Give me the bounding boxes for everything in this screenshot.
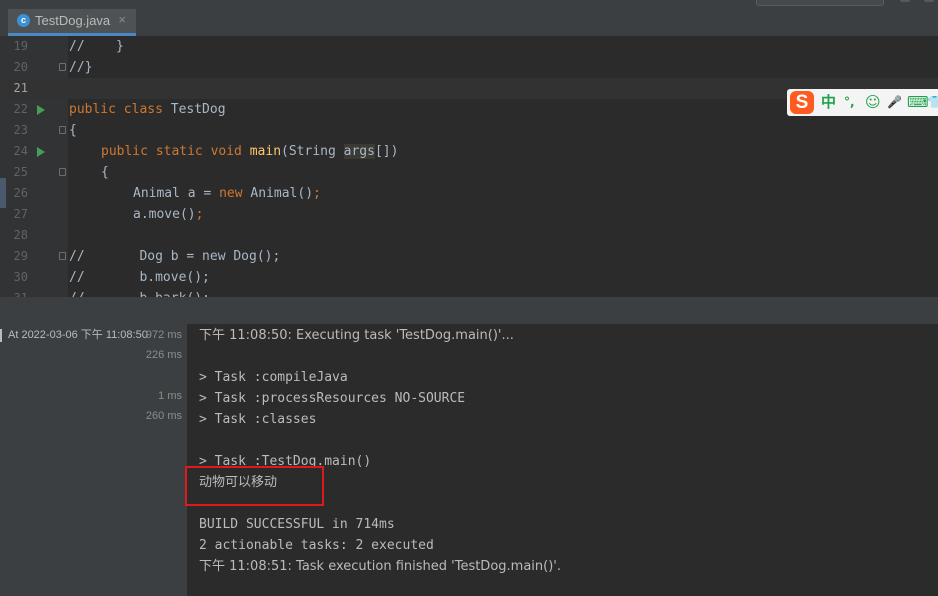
console-output[interactable]: 下午 11:08:50: Executing task 'TestDog.mai…: [185, 324, 938, 596]
tab-testdog-java[interactable]: c TestDog.java ×: [8, 9, 136, 36]
line-number: 22: [13, 102, 28, 116]
code-line: 28: [0, 225, 938, 246]
console-line: 下午 11:08:51: Task execution finished 'Te…: [199, 559, 561, 574]
java-class-icon: c: [17, 14, 30, 27]
run-tree-item[interactable]: 1 ms: [0, 386, 187, 407]
console-line: > Task :processResources NO-SOURCE: [199, 391, 466, 406]
close-icon[interactable]: ×: [118, 12, 126, 27]
line-number: 28: [13, 228, 28, 242]
run-duration: 226 ms: [145, 349, 182, 361]
run-tree-item[interactable]: [0, 366, 187, 387]
code-line: 27 a.move();: [0, 204, 938, 225]
run-duration: 972 ms: [145, 329, 182, 341]
fold-icon[interactable]: [59, 252, 66, 260]
code-text: // }: [69, 39, 124, 54]
ime-toolbar[interactable]: S 中 °, ☺ 🎤 ⌨ 👕: [787, 89, 938, 116]
fold-icon[interactable]: [59, 168, 66, 176]
tab-label: TestDog.java: [35, 13, 111, 28]
run-tree-panel: At 2022-03-06 下午 11:08:50 972 ms 226 ms …: [0, 324, 187, 596]
code-text: // b.bark();: [69, 288, 210, 297]
code-line: 24 public static void main(String args[]…: [0, 141, 938, 162]
code-text: public class TestDog: [69, 102, 226, 117]
code-line: 30 // b.move();: [0, 267, 938, 288]
tree-indicator: [0, 329, 2, 342]
code-text: a.move();: [133, 207, 204, 222]
highlight-box: [185, 466, 324, 506]
console-line: > Task :compileJava: [199, 370, 348, 385]
run-duration: 260 ms: [145, 410, 182, 422]
line-number: 21: [13, 81, 28, 95]
code-text: {: [69, 123, 77, 138]
line-number: 19: [13, 39, 28, 53]
line-number: 20: [13, 60, 28, 74]
code-text: // Dog b = new Dog();: [69, 249, 281, 264]
fold-icon[interactable]: [59, 63, 66, 71]
run-duration: 1 ms: [158, 390, 182, 402]
line-number: 25: [13, 165, 28, 179]
console-line: BUILD SUCCESSFUL in 714ms: [199, 517, 395, 532]
toolbar-button[interactable]: [900, 0, 910, 2]
emoji-icon[interactable]: ☺: [865, 92, 881, 112]
run-tree-item[interactable]: 226 ms: [0, 345, 187, 366]
code-line: 20 //}: [0, 57, 938, 78]
punctuation-icon[interactable]: °,: [844, 92, 855, 112]
code-line: 25 {: [0, 162, 938, 183]
fold-icon[interactable]: [59, 126, 66, 134]
code-text: // b.move();: [69, 270, 210, 285]
code-text: public static void main(String args[]): [101, 144, 399, 159]
run-label: At 2022-03-06 下午 11:08:50: [8, 329, 148, 341]
microphone-icon[interactable]: 🎤: [887, 92, 902, 112]
line-number: 24: [13, 144, 28, 158]
code-line: 29 // Dog b = new Dog();: [0, 246, 938, 267]
chinese-mode-icon[interactable]: 中: [821, 92, 836, 112]
run-gutter-icon[interactable]: [37, 105, 45, 115]
panel-header: [0, 297, 938, 324]
editor-tab-bar: c TestDog.java ×: [0, 0, 938, 36]
code-line: 23 {: [0, 120, 938, 141]
code-line: 31 // b.bark();: [0, 288, 938, 297]
line-number: 31: [6, 288, 28, 297]
console-line: 下午 11:08:50: Executing task 'TestDog.mai…: [199, 328, 514, 343]
line-number: 30: [13, 270, 28, 284]
code-line: 26 Animal a = new Animal();: [0, 183, 938, 204]
code-text: {: [101, 165, 109, 180]
skin-icon[interactable]: 👕: [927, 92, 938, 112]
console-line: > Task :classes: [199, 412, 317, 427]
code-editor[interactable]: 19 // } 20 //} 21 22 public class TestDo…: [0, 36, 938, 297]
run-tree-item[interactable]: At 2022-03-06 下午 11:08:50 972 ms: [0, 325, 187, 346]
line-number: 27: [13, 207, 28, 221]
toolbar-button[interactable]: [924, 0, 934, 2]
code-text: Animal a = new Animal();: [133, 186, 321, 201]
keyboard-icon[interactable]: ⌨: [907, 92, 929, 112]
run-tree-item[interactable]: 260 ms: [0, 406, 187, 427]
code-text: //}: [69, 60, 93, 75]
line-number: 29: [13, 249, 28, 263]
line-number: 23: [13, 123, 28, 137]
line-number: 26: [13, 186, 28, 200]
console-line: 2 actionable tasks: 2 executed: [199, 538, 434, 553]
run-gutter-icon[interactable]: [37, 147, 45, 157]
code-line: 19 // }: [0, 36, 938, 57]
sogou-logo-icon[interactable]: S: [790, 91, 814, 114]
run-configuration-selector[interactable]: [756, 0, 884, 6]
